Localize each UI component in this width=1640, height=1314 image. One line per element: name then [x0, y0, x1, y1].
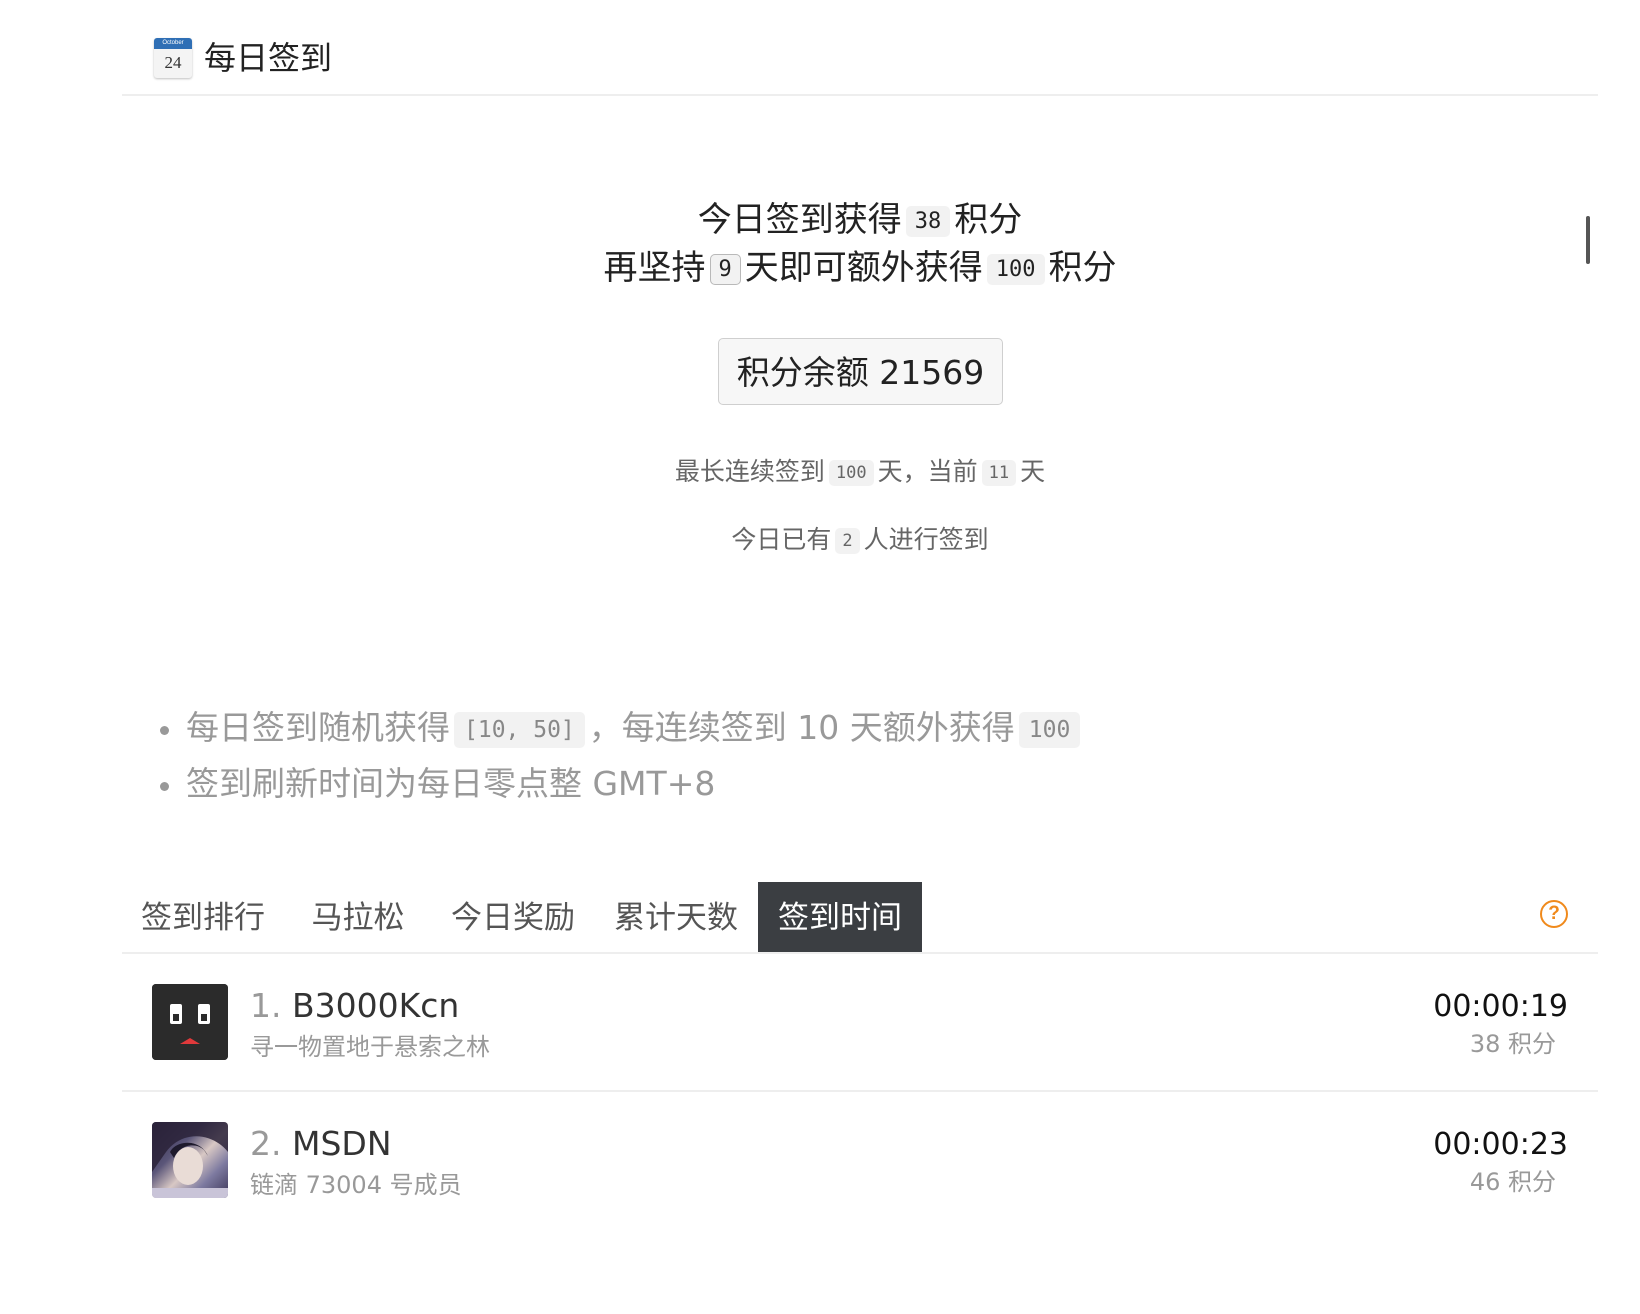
tab-today-reward[interactable]: 今日奖励: [432, 882, 594, 952]
page-title: 每日签到: [204, 39, 333, 77]
rank-user-name[interactable]: 2. MSDN: [250, 1122, 392, 1166]
days-needed-badge: 9: [709, 253, 741, 285]
bonus-points-badge: 100: [986, 253, 1045, 285]
rank-number: 2.: [250, 1124, 282, 1163]
points-balance-button[interactable]: 积分余额 21569: [718, 338, 1003, 405]
streak-mid: 天即可额外获得: [744, 248, 983, 288]
longest-streak-badge: 100: [828, 460, 874, 486]
scrollbar-thumb[interactable]: [1586, 216, 1590, 264]
avatar[interactable]: [152, 984, 228, 1060]
current-streak-badge: 11: [981, 460, 1017, 486]
day-unit-label: 天: [1020, 457, 1046, 486]
earned-points: 46 积分: [1469, 1168, 1556, 1196]
streak-stats-line: 最长连续签到 100 天，当前 11 天: [0, 454, 1640, 491]
earned-points: 38 积分: [1469, 1030, 1556, 1058]
today-count-badge: 2: [835, 528, 860, 554]
user-subtitle: 寻一物置地于悬索之林: [250, 1033, 490, 1061]
rank-user-name[interactable]: 1. B3000Kcn: [250, 984, 459, 1028]
robot-avatar-icon: [152, 984, 228, 1060]
calendar-month: October: [154, 38, 192, 49]
user-name[interactable]: B3000Kcn: [292, 986, 459, 1025]
portrait-avatar-icon: [152, 1122, 228, 1198]
checkin-time: 00:00:23: [1433, 1127, 1568, 1162]
today-earned-prefix: 今日签到获得: [697, 200, 902, 240]
user-name[interactable]: MSDN: [292, 1124, 392, 1163]
tab-checkin-ranking[interactable]: 签到排行: [122, 882, 284, 952]
user-subtitle: 链滴 73004 号成员: [250, 1171, 462, 1199]
page-header: October 24 每日签到: [122, 0, 1598, 96]
checkin-time: 00:00:19: [1433, 989, 1568, 1024]
rule1-bonus-badge: 100: [1018, 711, 1081, 748]
list-item[interactable]: 1. B3000Kcn 寻一物置地于悬索之林 00:00:19 38 积分: [122, 954, 1598, 1092]
longest-streak-prefix: 最长连续签到: [674, 457, 825, 486]
streak-prefix: 再坚持: [603, 248, 706, 288]
today-checkin-count-line: 今日已有 2 人进行签到: [0, 522, 1640, 559]
tab-checkin-time[interactable]: 签到时间: [758, 882, 922, 952]
today-points-badge: 38: [905, 205, 951, 237]
ranking-list: 1. B3000Kcn 寻一物置地于悬索之林 00:00:19 38 积分 2.…: [122, 954, 1598, 1228]
rule2-text: 签到刷新时间为每日零点整 GMT+8: [186, 764, 716, 803]
streak-bonus-line: 再坚持 9 天即可额外获得 100 积分: [0, 244, 1640, 294]
calendar-icon: October 24: [154, 38, 192, 78]
help-icon[interactable]: ?: [1540, 900, 1568, 928]
longest-streak-mid: 天，当前: [877, 457, 978, 486]
today-earned-line: 今日签到获得 38 积分: [0, 196, 1640, 246]
rule1-prefix: 每日签到随机获得: [186, 708, 450, 747]
today-count-prefix: 今日已有: [731, 525, 832, 554]
rules-list: 每日签到随机获得 [10, 50] ，每连续签到 10 天额外获得 100 签到刷新时…: [158, 700, 1084, 812]
rule1-range-badge: [10, 50]: [454, 711, 585, 748]
avatar[interactable]: [152, 1122, 228, 1198]
bonus-points-unit: 积分: [1048, 248, 1117, 288]
calendar-day: 24: [164, 53, 182, 72]
list-item[interactable]: 2. MSDN 链滴 73004 号成员 00:00:23 46 积分: [122, 1092, 1598, 1228]
ranking-tabs: 签到排行 马拉松 今日奖励 累计天数 签到时间 ?: [122, 882, 1598, 954]
points-unit-label: 积分: [954, 200, 1023, 240]
today-count-suffix: 人进行签到: [863, 525, 989, 554]
tab-marathon[interactable]: 马拉松: [284, 882, 432, 952]
rule-item: 签到刷新时间为每日零点整 GMT+8: [158, 756, 1084, 812]
rule-item: 每日签到随机获得 [10, 50] ，每连续签到 10 天额外获得 100: [158, 700, 1084, 756]
tab-total-days[interactable]: 累计天数: [594, 882, 758, 952]
rank-number: 1.: [250, 986, 282, 1025]
rule1-mid: ，每连续签到 10 天额外获得: [588, 708, 1015, 747]
